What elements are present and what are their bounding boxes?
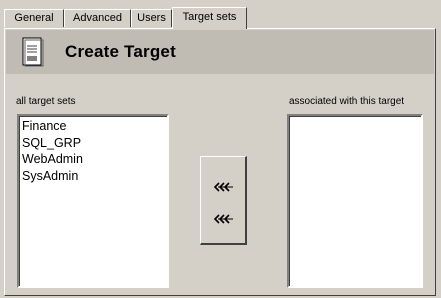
list-item[interactable]: WebAdmin xyxy=(22,151,167,168)
all-target-sets-label: all target sets xyxy=(16,96,76,107)
tab-panel: Create Target all target sets Finance SQ… xyxy=(4,28,436,296)
associated-target-sets-listbox[interactable] xyxy=(287,114,423,288)
move-left-triple-chevron-icon xyxy=(214,182,233,192)
move-left-button-top[interactable] xyxy=(213,180,235,194)
document-icon xyxy=(22,37,44,67)
move-left-button-bottom[interactable] xyxy=(213,212,235,226)
all-target-sets-listbox[interactable]: Finance SQL_GRP WebAdmin SysAdmin xyxy=(17,114,169,288)
move-buttons-group xyxy=(200,156,247,245)
tab-users[interactable]: Users xyxy=(131,9,172,27)
list-item[interactable]: Finance xyxy=(22,118,167,135)
list-item[interactable]: SysAdmin xyxy=(22,168,167,185)
list-item[interactable]: SQL_GRP xyxy=(22,135,167,152)
header-band: Create Target xyxy=(6,30,434,74)
tab-target-sets[interactable]: Target sets xyxy=(172,7,247,29)
tab-general[interactable]: General xyxy=(4,9,64,27)
tab-advanced[interactable]: Advanced xyxy=(64,9,131,27)
move-left-triple-chevron-icon xyxy=(214,214,233,224)
page-title: Create Target xyxy=(65,42,176,61)
associated-target-sets-label: associated with this target xyxy=(289,96,405,107)
